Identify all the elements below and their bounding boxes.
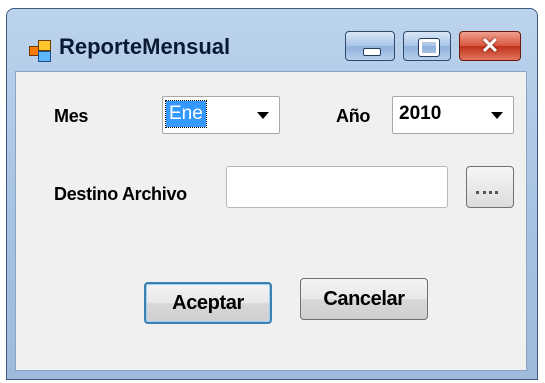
maximize-button[interactable] xyxy=(403,31,451,61)
app-icon xyxy=(29,40,51,62)
ellipsis-icon xyxy=(476,185,498,194)
maximize-icon xyxy=(418,38,440,57)
form-client-area: Mes Ene Año 2010 Destino Archivo Aceptar… xyxy=(15,71,527,371)
chevron-down-icon xyxy=(257,112,269,119)
aceptar-button[interactable]: Aceptar xyxy=(144,282,272,324)
minimize-icon xyxy=(363,48,381,56)
anio-selected-value: 2010 xyxy=(399,103,442,124)
mes-combobox[interactable]: Ene xyxy=(162,96,280,134)
title-bar[interactable]: ReporteMensual ✕ xyxy=(7,9,537,71)
destino-archivo-input[interactable] xyxy=(226,166,448,208)
browse-button[interactable] xyxy=(466,166,514,208)
mes-label: Mes xyxy=(54,106,89,126)
minimize-button[interactable] xyxy=(345,31,395,61)
window-title: ReporteMensual xyxy=(59,34,231,59)
dialog-window: ReporteMensual ✕ Mes Ene Año 2010 Destin… xyxy=(6,8,538,380)
destino-archivo-label: Destino Archivo xyxy=(54,184,187,204)
mes-selected-value: Ene xyxy=(165,100,207,128)
close-button[interactable]: ✕ xyxy=(459,31,521,61)
anio-label: Año xyxy=(336,106,371,126)
close-icon: ✕ xyxy=(480,33,500,58)
anio-combobox[interactable]: 2010 xyxy=(392,96,514,134)
chevron-down-icon xyxy=(491,112,503,119)
cancelar-button[interactable]: Cancelar xyxy=(300,278,428,320)
